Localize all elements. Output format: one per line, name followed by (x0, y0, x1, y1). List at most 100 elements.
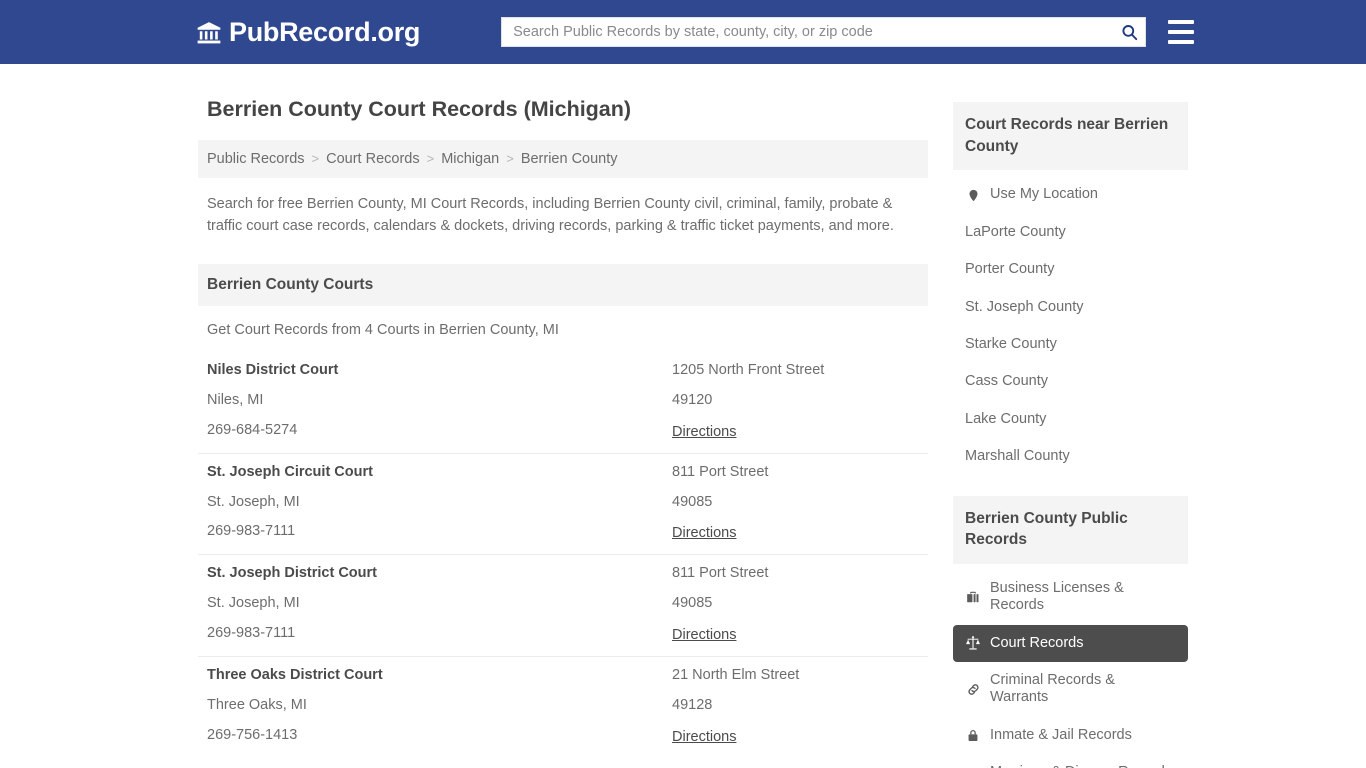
sidebar-item-label: Court Records (990, 634, 1084, 651)
sidebar-item-label: Starke County (965, 335, 1057, 352)
court-street: 811 Port Street (672, 463, 769, 480)
row-left-column: St. Joseph District Court St. Joseph, MI… (207, 566, 672, 644)
table-row: St. Joseph Circuit Court St. Joseph, MI … (198, 452, 928, 555)
search-button[interactable] (1116, 19, 1142, 45)
bank-icon (196, 20, 222, 46)
row-right-column: 811 Port Street 49085 Directions (672, 566, 919, 644)
breadcrumb-separator-icon: > (506, 151, 514, 167)
sidebar-item-court-records[interactable]: Court Records (953, 624, 1188, 663)
sidebar-item-label: Lake County (965, 410, 1047, 427)
directions-link[interactable]: Directions (672, 525, 736, 541)
table-row: Three Oaks District Court Three Oaks, MI… (198, 656, 928, 758)
court-zip: 49085 (672, 595, 713, 612)
content-container: Berrien County Court Records (Michigan) … (198, 64, 1188, 768)
directions-link[interactable]: Directions (672, 627, 736, 643)
hamburger-bar (1168, 20, 1195, 24)
sidebar-item-marshall-county[interactable]: Marshall County (953, 438, 1188, 475)
hamburger-bar (1168, 40, 1195, 44)
court-city-state: Niles, MI (207, 391, 264, 408)
sidebar-item-use-my-location[interactable]: Use My Location (953, 170, 1188, 213)
table-row: Niles District Court Niles, MI 269-684-5… (198, 352, 928, 453)
sidebar-heading-nearby: Court Records near Berrien County (953, 102, 1188, 171)
court-phone: 269-983-7111 (207, 625, 296, 642)
sidebar-item-business-licenses[interactable]: Business Licenses & Records (953, 564, 1188, 625)
search-input[interactable] (501, 17, 1147, 47)
breadcrumb-item-court-records[interactable]: Court Records (326, 151, 419, 167)
sidebar-heading-public-records: Berrien County Public Records (953, 495, 1188, 564)
court-zip: 49120 (672, 391, 713, 408)
row-left-column: Three Oaks District Court Three Oaks, MI… (207, 667, 672, 746)
sidebar-item-label: Use My Location (990, 186, 1098, 203)
page-body: Berrien County Court Records (Michigan) … (0, 64, 1366, 768)
directions-link[interactable]: Directions (672, 729, 736, 745)
site-header: PubRecord.org (0, 0, 1366, 64)
sidebar-item-cass-county[interactable]: Cass County (953, 363, 1188, 400)
search-box (501, 17, 1147, 47)
sidebar-item-label: Cass County (965, 373, 1049, 390)
link-chain-icon (965, 681, 981, 697)
section-heading-courts: Berrien County Courts (198, 263, 928, 306)
court-phone: 269-684-5274 (207, 421, 298, 438)
court-city-state: Three Oaks, MI (207, 697, 307, 714)
sidebar-item-inmate-jail-records[interactable]: Inmate & Jail Records (953, 717, 1188, 754)
sidebar-item-criminal-records[interactable]: Criminal Records & Warrants (953, 662, 1188, 717)
main-column: Berrien County Court Records (Michigan) … (198, 84, 928, 768)
court-name: St. Joseph Circuit Court (207, 463, 373, 480)
court-zip: 49085 (672, 493, 713, 510)
sidebar-item-lake-county[interactable]: Lake County (953, 401, 1188, 438)
section-subtitle-courts: Get Court Records from 4 Courts in Berri… (207, 321, 559, 338)
breadcrumb: Public Records > Court Records > Michiga… (198, 139, 928, 178)
breadcrumb-item-berrien-county[interactable]: Berrien County (521, 151, 618, 167)
court-street: 1205 North Front Street (672, 361, 825, 378)
sidebar-item-label: Criminal Records & Warrants (990, 672, 1115, 706)
court-city-state: St. Joseph, MI (207, 493, 300, 510)
sidebar-item-st-joseph-county[interactable]: St. Joseph County (953, 289, 1188, 326)
court-name: Niles District Court (207, 361, 339, 378)
sidebar-item-marriage-divorce-records[interactable]: Marriage & Divorce Records (953, 754, 1188, 768)
sidebar-item-porter-county[interactable]: Porter County (953, 251, 1188, 288)
sidebar-item-label: Marshall County (965, 448, 1070, 465)
sidebar-item-label: Inmate & Jail Records (990, 726, 1132, 743)
sidebar-item-label: St. Joseph County (965, 298, 1084, 315)
sidebar-public-records-list: Business Licenses & Records Court Record… (953, 564, 1188, 768)
breadcrumb-item-michigan[interactable]: Michigan (441, 151, 499, 167)
site-logo[interactable]: PubRecord.org (196, 18, 420, 46)
page-title: Berrien County Court Records (Michigan) (207, 97, 632, 121)
hamburger-bar (1168, 30, 1195, 34)
hamburger-menu-icon[interactable] (1168, 20, 1195, 44)
court-name: Three Oaks District Court (207, 667, 383, 684)
court-street: 811 Port Street (672, 565, 769, 582)
row-left-column: St. Joseph Circuit Court St. Joseph, MI … (207, 463, 672, 543)
lock-icon (965, 728, 981, 744)
court-street: 21 North Elm Street (672, 667, 800, 684)
row-right-column: 21 North Elm Street 49128 Directions (672, 667, 919, 746)
court-zip: 49128 (672, 697, 713, 714)
row-right-column: 1205 North Front Street 49120 Directions (672, 361, 919, 441)
row-left-column: Niles District Court Niles, MI 269-684-5… (207, 361, 672, 441)
sidebar-item-starke-county[interactable]: Starke County (953, 326, 1188, 363)
briefcase-icon (965, 589, 981, 605)
court-phone: 269-756-1413 (207, 727, 298, 744)
page-intro-text: Search for free Berrien County, MI Court… (207, 195, 894, 235)
sidebar-item-laporte-county[interactable]: LaPorte County (953, 214, 1188, 251)
sidebar-item-label: Marriage & Divorce Records (990, 764, 1172, 768)
row-right-column: 811 Port Street 49085 Directions (672, 463, 919, 543)
sidebar-item-label: Porter County (965, 261, 1055, 278)
courts-listing: Niles District Court Niles, MI 269-684-5… (198, 352, 928, 759)
sidebar-item-label: Business Licenses & Records (990, 579, 1124, 614)
breadcrumb-separator-icon: > (311, 151, 320, 167)
court-phone: 269-983-7111 (207, 523, 296, 540)
scales-of-justice-icon (965, 635, 981, 651)
table-row: St. Joseph District Court St. Joseph, MI… (198, 554, 928, 656)
directions-link[interactable]: Directions (672, 424, 736, 440)
map-pin-icon (965, 187, 981, 203)
sidebar-item-label: LaPorte County (965, 223, 1066, 240)
breadcrumb-separator-icon: > (426, 151, 435, 167)
site-logo-text: PubRecord.org (229, 16, 421, 47)
sidebar: Court Records near Berrien County Use My… (953, 84, 1188, 768)
sidebar-nearby-list: Use My Location LaPorte County Porter Co… (953, 170, 1188, 475)
court-name: St. Joseph District Court (207, 565, 377, 582)
court-city-state: St. Joseph, MI (207, 595, 300, 612)
breadcrumb-item-public-records[interactable]: Public Records (207, 151, 305, 167)
